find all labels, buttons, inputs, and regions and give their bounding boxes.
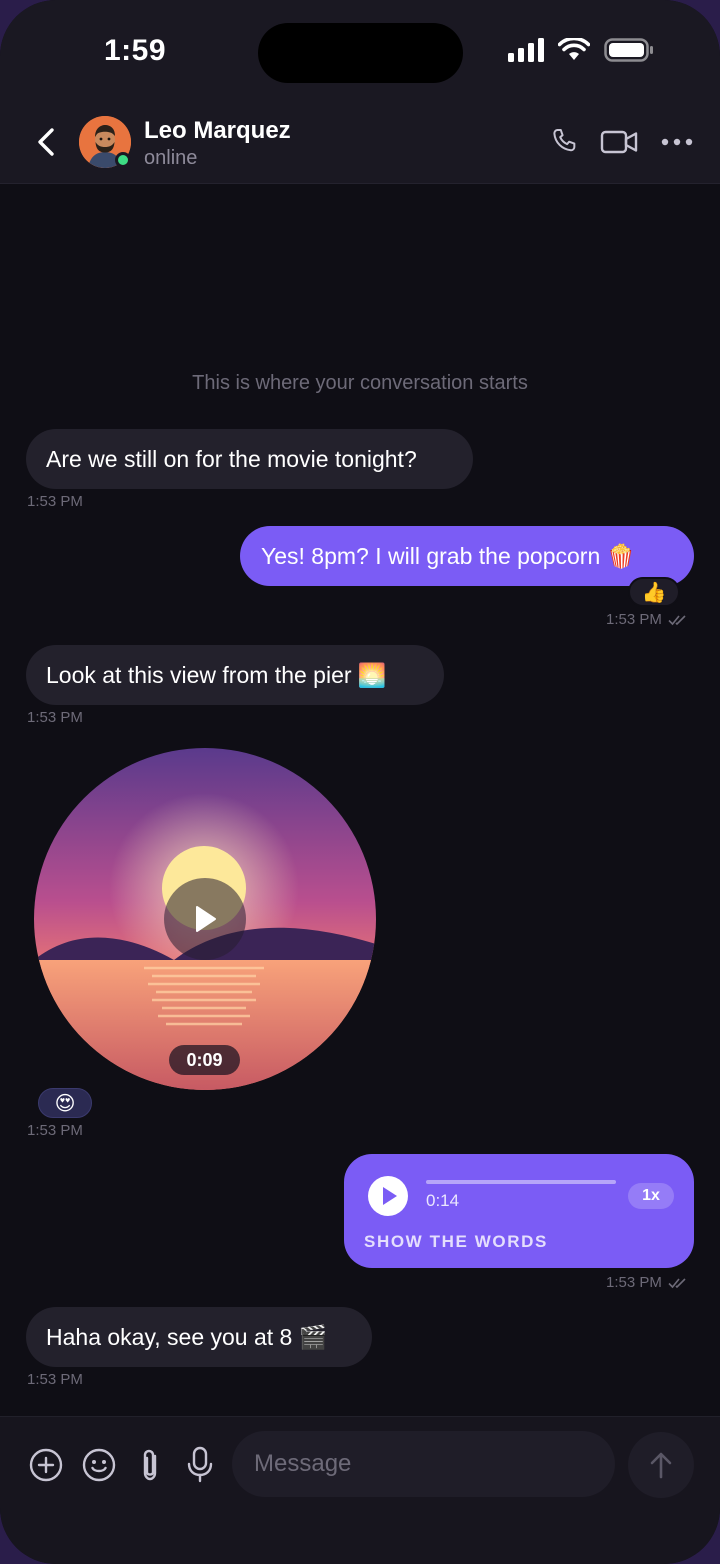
read-receipt-icon bbox=[668, 614, 686, 625]
status-bar: 1:59 bbox=[0, 0, 720, 100]
reaction-badge[interactable]: 👍 bbox=[628, 577, 680, 607]
send-button[interactable] bbox=[628, 1432, 694, 1498]
timestamp-text: 1:53 PM bbox=[27, 709, 83, 726]
incoming-message-bubble[interactable]: Are we still on for the movie tonight? bbox=[26, 429, 473, 489]
message-timestamp: 1:53 PM bbox=[606, 611, 688, 628]
timestamp-text: 1:53 PM bbox=[606, 1274, 662, 1291]
message-text: Look at this view from the pier 🌅 bbox=[46, 661, 387, 688]
wifi-icon bbox=[558, 38, 590, 60]
message-text: Are we still on for the movie tonight? bbox=[46, 445, 417, 472]
message-timestamp: 1:53 PM bbox=[27, 709, 83, 726]
play-icon bbox=[196, 906, 216, 932]
video-call-icon bbox=[600, 130, 638, 154]
voice-duration: 0:14 bbox=[426, 1191, 460, 1210]
attach-button[interactable] bbox=[130, 1445, 170, 1485]
video-message[interactable] bbox=[34, 748, 376, 1090]
emoji-button[interactable] bbox=[79, 1445, 119, 1485]
message-timestamp: 1:53 PM bbox=[27, 493, 83, 510]
more-button[interactable] bbox=[657, 122, 697, 162]
incoming-message-bubble[interactable]: Haha okay, see you at 8 🎬 bbox=[26, 1307, 372, 1367]
mic-icon bbox=[187, 1446, 213, 1483]
timestamp-text: 1:53 PM bbox=[27, 493, 83, 510]
voice-message[interactable]: 0:14 1x SHOW THE WORDS bbox=[344, 1154, 694, 1268]
attach-icon bbox=[143, 1449, 157, 1481]
chat-header: Leo Marquez online bbox=[0, 100, 720, 184]
video-duration: 0:09 bbox=[169, 1045, 240, 1075]
add-button[interactable] bbox=[26, 1445, 66, 1485]
conversation-start-label: This is where your conversation starts bbox=[192, 372, 528, 394]
chat-screen: 1:59 Leo Marquez online This is where yo… bbox=[0, 0, 720, 1564]
online-indicator bbox=[115, 152, 131, 168]
heart-eyes-reaction: 😍 bbox=[54, 1092, 76, 1115]
message-timestamp: 1:53 PM bbox=[27, 1371, 83, 1388]
status-icons bbox=[508, 38, 654, 62]
dynamic-island bbox=[258, 23, 463, 83]
more-icon bbox=[661, 138, 693, 146]
timestamp-text: 1:53 PM bbox=[27, 1371, 83, 1388]
video-call-button[interactable] bbox=[600, 122, 640, 162]
cellular-signal-icon bbox=[508, 38, 544, 62]
timestamp-text: 1:53 PM bbox=[606, 611, 662, 628]
incoming-message-bubble[interactable]: Look at this view from the pier 🌅 bbox=[26, 645, 444, 705]
emoji-icon bbox=[82, 1448, 116, 1482]
play-icon bbox=[383, 1187, 397, 1205]
voice-record-button[interactable] bbox=[180, 1445, 220, 1485]
back-button[interactable] bbox=[32, 124, 62, 160]
playback-speed-button[interactable]: 1x bbox=[628, 1183, 674, 1209]
add-icon bbox=[29, 1448, 63, 1482]
voice-progress-track[interactable] bbox=[426, 1180, 616, 1184]
message-timestamp: 1:53 PM bbox=[606, 1274, 688, 1291]
thumbs-up-reaction: 👍 bbox=[641, 581, 667, 604]
phone-icon bbox=[553, 128, 576, 152]
video-play-button[interactable] bbox=[164, 878, 246, 960]
send-icon bbox=[650, 1452, 672, 1479]
message-timestamp: 1:53 PM bbox=[27, 1122, 83, 1139]
show-transcript-button[interactable]: SHOW THE WORDS bbox=[364, 1232, 548, 1252]
reaction-badge[interactable]: 😍 bbox=[38, 1088, 92, 1118]
timestamp-text: 1:53 PM bbox=[27, 1122, 83, 1139]
read-receipt-icon bbox=[668, 1277, 686, 1288]
contact-status: online bbox=[144, 147, 198, 169]
message-composer bbox=[0, 1416, 720, 1564]
status-time: 1:59 bbox=[104, 34, 167, 67]
message-text: Yes! 8pm? I will grab the popcorn 🍿 bbox=[261, 542, 636, 569]
message-text: Haha okay, see you at 8 🎬 bbox=[46, 1323, 328, 1350]
voice-play-button[interactable] bbox=[368, 1176, 408, 1216]
message-input[interactable] bbox=[232, 1431, 615, 1497]
back-icon bbox=[38, 128, 54, 156]
outgoing-message-bubble[interactable]: Yes! 8pm? I will grab the popcorn 🍿 bbox=[240, 526, 694, 586]
battery-icon bbox=[604, 38, 653, 62]
contact-name[interactable]: Leo Marquez bbox=[144, 117, 291, 145]
call-button[interactable] bbox=[545, 122, 585, 162]
